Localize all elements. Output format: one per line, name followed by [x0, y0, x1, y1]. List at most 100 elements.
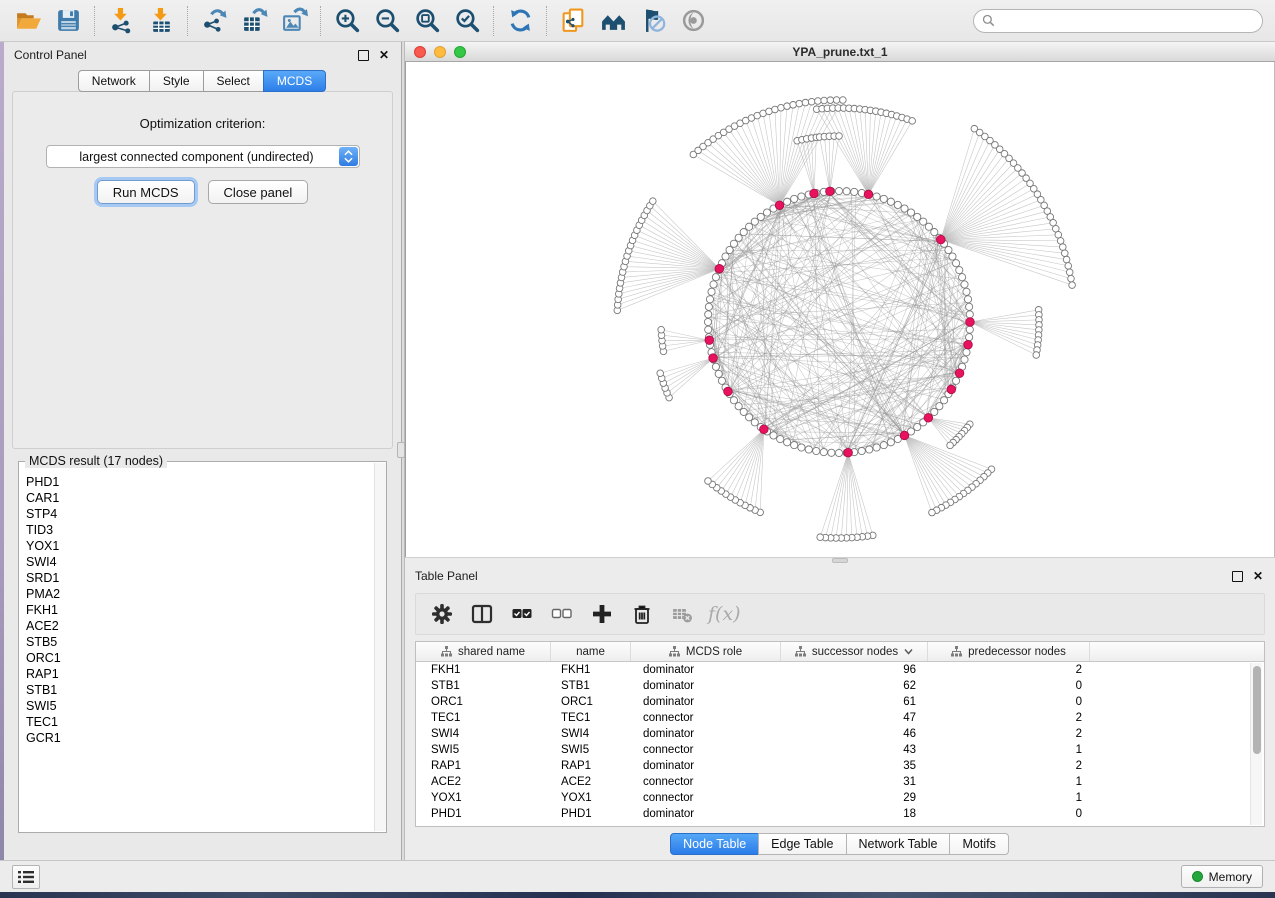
table-cell[interactable]: RAP1	[551, 758, 631, 774]
table-cell[interactable]: FKH1	[416, 662, 551, 678]
table-cell[interactable]: dominator	[631, 694, 781, 710]
table-cell[interactable]: dominator	[631, 758, 781, 774]
table-cell[interactable]: SWI5	[551, 742, 631, 758]
table-cell[interactable]: dominator	[631, 806, 781, 822]
export-network-button[interactable]	[194, 3, 234, 39]
column-header-name[interactable]: name	[551, 642, 631, 661]
table-cell[interactable]: PHD1	[551, 806, 631, 822]
search-field[interactable]	[973, 9, 1263, 33]
table-cell[interactable]: TEC1	[416, 710, 551, 726]
table-cell[interactable]: YOX1	[551, 790, 631, 806]
table-cell[interactable]: 1	[928, 774, 1090, 790]
table-row[interactable]: RAP1RAP1dominator352	[416, 758, 1264, 774]
tab-network[interactable]: Network	[78, 70, 150, 92]
float-panel-button[interactable]	[358, 50, 369, 61]
memory-button[interactable]: Memory	[1181, 865, 1263, 888]
table-cell[interactable]: YOX1	[416, 790, 551, 806]
tab-mcds[interactable]: MCDS	[263, 70, 326, 92]
function-builder-label[interactable]: f(x)	[708, 603, 741, 625]
table-cell[interactable]: connector	[631, 710, 781, 726]
table-cell[interactable]: 1	[928, 790, 1090, 806]
open-file-button[interactable]	[8, 3, 48, 39]
hide-selected-button[interactable]	[633, 3, 673, 39]
table-row[interactable]: SWI5SWI5connector431	[416, 742, 1264, 758]
zoom-selected-button[interactable]	[447, 3, 487, 39]
table-scrollbar[interactable]	[1250, 663, 1262, 825]
table-cell[interactable]: 43	[781, 742, 928, 758]
tab-edge-table[interactable]: Edge Table	[758, 833, 846, 855]
table-cell[interactable]: 0	[928, 694, 1090, 710]
result-node-swi5[interactable]: SWI5	[20, 698, 373, 714]
table-row[interactable]: FKH1FKH1dominator962	[416, 662, 1264, 678]
import-table-button[interactable]	[141, 3, 181, 39]
table-cell[interactable]: 1	[928, 742, 1090, 758]
table-cell[interactable]: connector	[631, 742, 781, 758]
splitter-grip[interactable]	[397, 442, 405, 458]
result-node-phd1[interactable]: PHD1	[20, 474, 373, 490]
tab-select[interactable]: Select	[203, 70, 264, 92]
table-cell[interactable]: 18	[781, 806, 928, 822]
table-row[interactable]: ORC1ORC1dominator610	[416, 694, 1264, 710]
table-row[interactable]: PHD1PHD1dominator180	[416, 806, 1264, 822]
table-cell[interactable]: SWI4	[551, 726, 631, 742]
tab-style[interactable]: Style	[149, 70, 204, 92]
refresh-layout-button[interactable]	[500, 3, 540, 39]
table-row[interactable]: SWI4SWI4dominator462	[416, 726, 1264, 742]
table-cell[interactable]: 0	[928, 678, 1090, 694]
table-cell[interactable]: dominator	[631, 726, 781, 742]
column-header-mcds-role[interactable]: MCDS role	[631, 642, 781, 661]
network-graph[interactable]	[406, 62, 1274, 556]
export-image-button[interactable]	[274, 3, 314, 39]
zoom-fit-button[interactable]	[407, 3, 447, 39]
table-cell[interactable]: dominator	[631, 678, 781, 694]
table-cell[interactable]: 2	[928, 726, 1090, 742]
table-cell[interactable]: TEC1	[551, 710, 631, 726]
table-cell[interactable]: ACE2	[416, 774, 551, 790]
table-cell[interactable]: 61	[781, 694, 928, 710]
result-node-rap1[interactable]: RAP1	[20, 666, 373, 682]
table-row[interactable]: TEC1TEC1connector472	[416, 710, 1264, 726]
task-history-button[interactable]	[12, 865, 40, 889]
deselect-all-button[interactable]	[546, 597, 578, 631]
table-cell[interactable]: connector	[631, 774, 781, 790]
table-cell[interactable]: ACE2	[551, 774, 631, 790]
table-cell[interactable]: ORC1	[551, 694, 631, 710]
table-cell[interactable]: STB1	[416, 678, 551, 694]
result-node-swi4[interactable]: SWI4	[20, 554, 373, 570]
table-cell[interactable]: 0	[928, 806, 1090, 822]
criterion-select[interactable]: largest connected component (undirected)	[46, 145, 360, 168]
result-node-yox1[interactable]: YOX1	[20, 538, 373, 554]
horizontal-splitter[interactable]	[405, 557, 1275, 563]
table-cell[interactable]: 31	[781, 774, 928, 790]
network-canvas[interactable]	[405, 62, 1275, 557]
result-node-stb5[interactable]: STB5	[20, 634, 373, 650]
table-cell[interactable]: 2	[928, 662, 1090, 678]
table-settings-button[interactable]	[426, 597, 458, 631]
table-cell[interactable]: dominator	[631, 662, 781, 678]
result-node-srd1[interactable]: SRD1	[20, 570, 373, 586]
column-header-shared-name[interactable]: shared name	[416, 642, 551, 661]
table-cell[interactable]: STB1	[551, 678, 631, 694]
show-columns-button[interactable]	[466, 597, 498, 631]
tab-motifs[interactable]: Motifs	[949, 833, 1008, 855]
save-session-button[interactable]	[48, 3, 88, 39]
result-node-stp4[interactable]: STP4	[20, 506, 373, 522]
table-cell[interactable]: 2	[928, 758, 1090, 774]
float-table-panel-button[interactable]	[1232, 571, 1243, 582]
table-row[interactable]: YOX1YOX1connector291	[416, 790, 1264, 806]
export-table-button[interactable]	[234, 3, 274, 39]
tab-node-table[interactable]: Node Table	[670, 833, 759, 855]
delete-table-button-disabled[interactable]	[666, 597, 698, 631]
tab-network-table[interactable]: Network Table	[846, 833, 951, 855]
table-cell[interactable]: 62	[781, 678, 928, 694]
table-cell[interactable]: ORC1	[416, 694, 551, 710]
table-cell[interactable]: 35	[781, 758, 928, 774]
table-cell[interactable]: connector	[631, 790, 781, 806]
table-cell[interactable]: 96	[781, 662, 928, 678]
table-row[interactable]: ACE2ACE2connector311	[416, 774, 1264, 790]
result-node-ace2[interactable]: ACE2	[20, 618, 373, 634]
close-panel-button[interactable]: ✕	[377, 48, 391, 62]
first-neighbors-button[interactable]	[593, 3, 633, 39]
table-cell[interactable]: RAP1	[416, 758, 551, 774]
column-header-successor-nodes[interactable]: successor nodes	[781, 642, 928, 661]
